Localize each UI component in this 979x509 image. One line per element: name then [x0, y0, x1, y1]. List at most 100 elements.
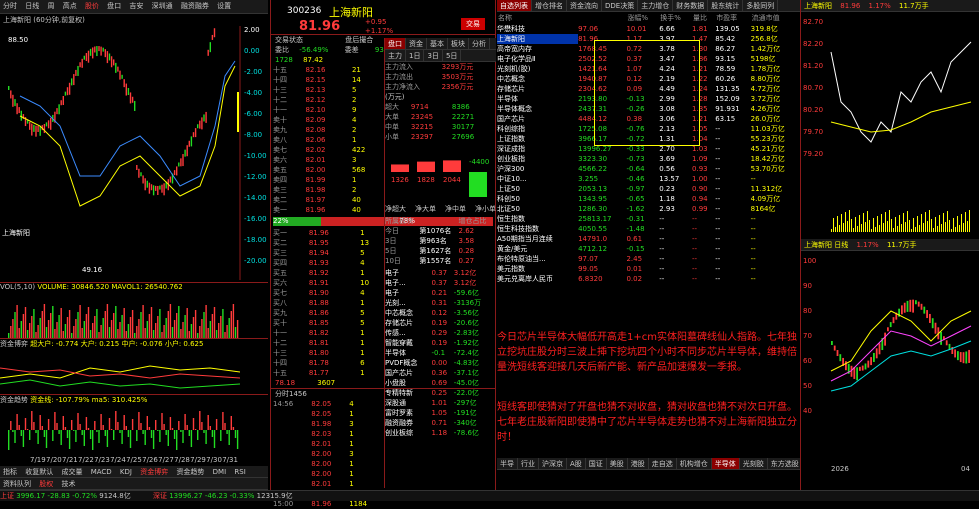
sector-row[interactable]: 半导体-0.1-72.4亿	[385, 348, 493, 358]
tab-macd[interactable]: MACD	[88, 466, 115, 478]
big-order-row[interactable]: 超大97148386	[385, 102, 493, 112]
sell-row[interactable]: 卖九82.082	[273, 125, 383, 135]
watchlist-tab[interactable]: 股东统计	[708, 0, 743, 12]
sell-row[interactable]: 卖八82.061	[273, 135, 383, 145]
sell-row[interactable]: 十一82.109	[273, 105, 383, 115]
buy-row[interactable]: 买六81.9110	[273, 278, 383, 288]
tab-equity[interactable]: 股权	[36, 478, 56, 490]
sector-row[interactable]: 电子0.373.12亿	[385, 268, 493, 278]
watchlist-row[interactable]: 上证502053.13-0.970.230.90--11.312亿	[497, 184, 800, 194]
watchlist-tab[interactable]: DDE决策	[602, 0, 638, 12]
tick-row[interactable]: 14:5682.054	[273, 399, 383, 409]
buy-row[interactable]: 十一81.821	[273, 328, 383, 338]
sell-row[interactable]: 卖七82.02422	[273, 145, 383, 155]
big-order-row[interactable]: 中单3221530177	[385, 122, 493, 132]
tab-capital-trend[interactable]: 资金趋势	[173, 466, 207, 478]
column-header[interactable]: 量比	[692, 12, 715, 24]
sector-row[interactable]: 光刻...0.31-3136万	[385, 298, 493, 308]
big-order-row[interactable]: 小单2329727696	[385, 132, 493, 142]
watchlist-row[interactable]: 美元指数99.050.01--------	[497, 264, 800, 274]
buy-row[interactable]: 买二81.9513	[273, 238, 383, 248]
sector-tab[interactable]: 光刻胶	[740, 458, 768, 470]
sector-tab[interactable]: 沪深京	[539, 458, 567, 470]
sell-row[interactable]: 十四82.1514	[273, 75, 383, 85]
toolbar-btn-add[interactable]: 吉安	[126, 0, 146, 12]
flow-chart[interactable]	[0, 348, 240, 394]
tab-indicator[interactable]: 指标	[0, 466, 20, 478]
sector-tab[interactable]: 行业	[518, 458, 539, 470]
toolbar-btn-week[interactable]: 周	[44, 0, 57, 12]
buy-row[interactable]: 买三81.945	[273, 248, 383, 258]
toolbar-btn-settings[interactable]: 设置	[214, 0, 234, 12]
rank-row[interactable]: 5日第1627名0.28	[385, 246, 493, 256]
sector-tab[interactable]: 国证	[586, 458, 607, 470]
tick-row[interactable]: 82.001	[273, 469, 383, 479]
tab-rsi[interactable]: RSI	[231, 466, 248, 478]
sector-tab[interactable]: 机构增仓	[677, 458, 712, 470]
sell-row[interactable]: 卖三81.982	[273, 185, 383, 195]
sell-row[interactable]: 十五82.1621	[273, 65, 383, 75]
tick-row[interactable]: 82.003	[273, 449, 383, 459]
rank-header[interactable]: 所属板块增仓占比	[385, 216, 493, 226]
watchlist-row[interactable]: 北证501286.30-1.622.930.99--8164亿	[497, 204, 800, 214]
watchlist-row[interactable]: 沪深3004566.22-0.640.560.93--53.70万亿	[497, 164, 800, 174]
sell-row[interactable]: 卖十82.094	[273, 115, 383, 125]
sector-row[interactable]: 小盘股0.69-45.0亿	[385, 378, 493, 388]
toolbar-btn-high[interactable]: 高点	[60, 0, 80, 12]
tab-capital[interactable]: 资金	[406, 38, 427, 50]
buy-row[interactable]: 买十81.855	[273, 318, 383, 328]
sector-row[interactable]: 智能穿戴0.19-1.92亿	[385, 338, 493, 348]
watchlist-row[interactable]: 华懋科技97.0610.016.661.81139.05319.8亿	[497, 24, 800, 34]
sector-row[interactable]: 电子0.21-59.6亿	[385, 288, 493, 298]
watchlist-tab[interactable]: 自选列表	[497, 0, 532, 12]
flow2-chart[interactable]	[0, 404, 240, 456]
watchlist-row[interactable]: 科创501343.95-0.651.180.94--4.09万亿	[497, 194, 800, 204]
buy-row[interactable]: 十二81.811	[273, 338, 383, 348]
sell-row[interactable]: 卖五82.00568	[273, 165, 383, 175]
sell-row[interactable]: 卖一81.9640	[273, 205, 383, 215]
rank-row[interactable]: 3日第963名3.58	[385, 236, 493, 246]
tab-info-queue[interactable]: 资料队列	[0, 478, 34, 490]
vol-chart[interactable]	[0, 292, 240, 338]
tab-tech[interactable]: 技术	[58, 478, 78, 490]
watchlist-row[interactable]: 布伦特原油当...97.072.45--------	[497, 254, 800, 264]
tab-default[interactable]: 收复默认	[22, 466, 56, 478]
buy-row[interactable]: 买一81.961	[273, 228, 383, 238]
sector-tab[interactable]: 走自选	[649, 458, 677, 470]
toolbar-btn-pankou[interactable]: 盘口	[104, 0, 124, 12]
sector-row[interactable]: 中芯概念0.12-3.56亿	[385, 308, 493, 318]
kline-chart[interactable]	[0, 26, 268, 280]
sector-tab[interactable]: 半导	[497, 458, 518, 470]
watchlist-tab[interactable]: 多股同列	[743, 0, 778, 12]
column-header[interactable]: 名称	[497, 12, 578, 24]
tab-capital-game[interactable]: 资金博弈	[137, 466, 171, 478]
flow-row[interactable]: 主力流入3293万元	[385, 62, 493, 72]
toolbar-btn-fenshi[interactable]: 分时	[0, 0, 20, 12]
tick-row[interactable]: 82.011	[273, 479, 383, 489]
trade-button[interactable]: 交易	[461, 18, 485, 30]
big-order-row[interactable]: 大单2324522271	[385, 112, 493, 122]
sell-row[interactable]: 卖二81.9740	[273, 195, 383, 205]
buy-row[interactable]: 十三81.801	[273, 348, 383, 358]
tab-5d[interactable]: 5日	[443, 50, 461, 62]
tick-row[interactable]: 82.031	[273, 429, 383, 439]
flow-row[interactable]: 主力净流入2356万元	[385, 82, 493, 92]
column-header[interactable]: 市盈率	[715, 12, 750, 24]
sector-row[interactable]: 国产芯片0.36-37.1亿	[385, 368, 493, 378]
sector-tab[interactable]: 半导体	[712, 458, 740, 470]
sector-row[interactable]: 电子...0.373.12亿	[385, 278, 493, 288]
tick-row[interactable]: 82.001	[273, 459, 383, 469]
sell-row[interactable]: 十三82.135	[273, 85, 383, 95]
rank-row[interactable]: 今日第1076名2.62	[385, 226, 493, 236]
sell-row[interactable]: 卖四81.991	[273, 175, 383, 185]
toolbar-btn-sz[interactable]: 深圳通	[149, 0, 176, 12]
tab-analysis[interactable]: 分析	[469, 38, 490, 50]
buy-row[interactable]: 买七81.904	[273, 288, 383, 298]
watchlist-tab[interactable]: 主力增仓	[638, 0, 673, 12]
sector-row[interactable]: PVDF概念0.00-4.83亿	[385, 358, 493, 368]
toolbar-btn-daily[interactable]: 日线	[22, 0, 42, 12]
toolbar-btn-margin[interactable]: 融资融券	[178, 0, 212, 12]
tab-main[interactable]: 主力	[385, 50, 406, 62]
buy-row[interactable]: 十四81.786	[273, 358, 383, 368]
watchlist-row[interactable]: 创业板指3323.30-0.733.691.09--18.42万亿	[497, 154, 800, 164]
